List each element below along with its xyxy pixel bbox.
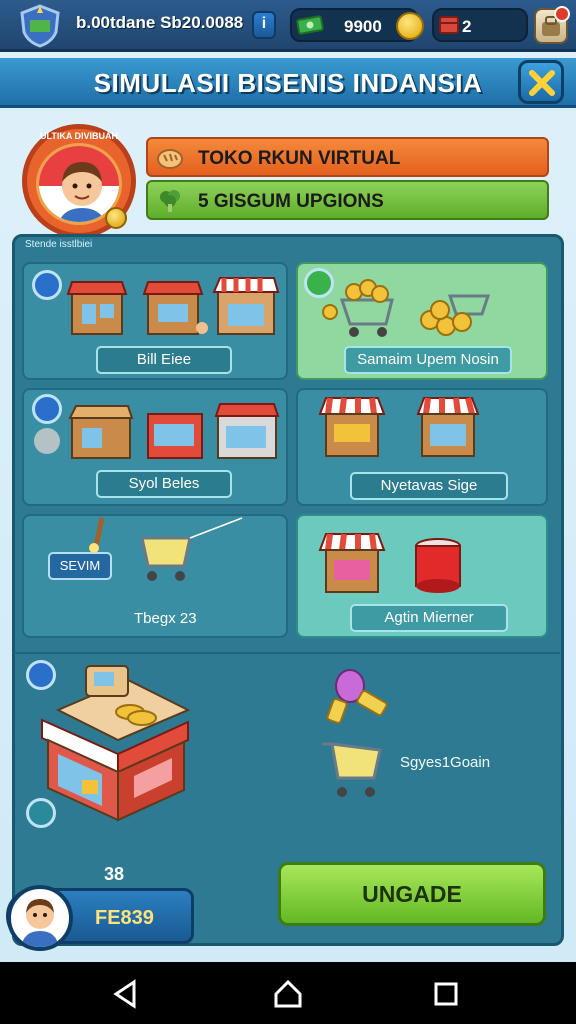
shop-buildings-icon	[68, 403, 280, 459]
player-avatar	[7, 885, 73, 951]
tile-3-button[interactable]: Syol Beles	[96, 470, 232, 498]
gem-counter[interactable]: 2	[432, 8, 528, 42]
bread-icon	[156, 145, 184, 171]
store-buildings-icon	[66, 277, 280, 335]
cart-coins-icon	[322, 279, 491, 337]
level-badge-icon	[32, 270, 62, 300]
gold-coin-icon	[396, 12, 424, 40]
tile-cart-coins[interactable]: Samaim Upem Nosin	[296, 262, 548, 380]
broccoli-icon	[156, 188, 184, 214]
upgrades-label: 5 GISGUM UPGIONS	[198, 191, 384, 212]
close-icon	[529, 70, 555, 96]
money-counter[interactable]: 9900	[290, 8, 424, 42]
tile-4-button[interactable]: Nyetavas Sige	[350, 472, 508, 500]
shield-emblem-icon[interactable]	[18, 4, 62, 48]
top-status-bar: b.00tdane Sb20.0088 i 9900 2	[0, 0, 576, 52]
close-button[interactable]	[518, 60, 564, 104]
booth-drum-icon	[318, 533, 461, 593]
panel-label: Stende isstlbiei	[25, 239, 93, 250]
player-value: FE839	[95, 907, 154, 929]
tile-6-label: Agtin Mierner	[384, 609, 474, 626]
tile-2-label: Samaim Upem Nosin	[357, 351, 499, 368]
recents-icon[interactable]	[430, 978, 462, 1010]
shop-name-bar[interactable]: TOKO RKUN VIRTUAL	[146, 137, 549, 177]
upgrade-button[interactable]: UNGADE	[278, 862, 546, 926]
tile-3-label: Syol Beles	[128, 475, 200, 492]
red-crate-icon	[438, 14, 462, 36]
info-button[interactable]: i	[252, 11, 276, 39]
back-icon[interactable]	[110, 978, 142, 1010]
tile-5-label: Tbegx 23	[134, 610, 197, 627]
tile-1-button[interactable]: Bill Eiee	[96, 346, 232, 374]
player-title: b.00tdane Sb20.0088	[76, 13, 244, 32]
notification-badge	[554, 6, 570, 22]
tile-market-stalls[interactable]: Nyetavas Sige	[296, 388, 548, 506]
upgrades-bar[interactable]: 5 GISGUM UPGIONS	[146, 180, 549, 220]
cash-icon	[296, 14, 326, 38]
tile-2-button[interactable]: Samaim Upem Nosin	[344, 346, 512, 374]
player-card[interactable]: FE839	[6, 885, 194, 951]
tile-6-button[interactable]: Agtin Mierner	[350, 604, 508, 632]
cart-tool-icon	[89, 517, 243, 581]
level-badge-icon	[32, 394, 62, 424]
tile-1-label: Bill Eiee	[136, 351, 192, 368]
shop-owner-avatar[interactable]: ULTIKA DIVIBUAH	[22, 124, 136, 238]
coin-icon	[105, 207, 127, 229]
system-nav-bar	[0, 962, 576, 1024]
locked-dot-icon	[34, 428, 60, 454]
avatar-ribbon-text: ULTIKA DIVIBUAH	[40, 131, 118, 141]
balloon-ticket-icon	[326, 669, 388, 724]
money-value: 9900	[344, 17, 382, 36]
gem-value: 2	[462, 17, 472, 36]
tile-4-label: Nyetavas Sige	[380, 477, 478, 494]
page-title: SIMULASII BISENIS INDANSIA	[93, 68, 483, 98]
home-icon[interactable]	[272, 978, 304, 1010]
tile-stores[interactable]: Bill Eiee	[22, 262, 288, 380]
inventory-bag-button[interactable]	[534, 6, 570, 44]
shop-name-label: TOKO RKUN VIRTUAL	[198, 148, 401, 169]
featured-store-area: Sgyes1Goain	[14, 652, 560, 858]
tile-shops[interactable]: Syol Beles	[22, 388, 288, 506]
featured-label: Sgyes1Goain	[400, 754, 491, 771]
score-value: 38	[104, 864, 125, 884]
tile-cart-tools[interactable]: SEVIM Tbegx 23	[22, 514, 288, 638]
title-bar: SIMULASII BISENIS INDANSIA	[0, 58, 576, 108]
market-stall-icon	[318, 397, 480, 457]
tile-booth-drum[interactable]: Agtin Mierner	[296, 514, 548, 638]
main-store-icon[interactable]	[38, 660, 208, 830]
shopping-cart-icon[interactable]	[320, 738, 386, 808]
